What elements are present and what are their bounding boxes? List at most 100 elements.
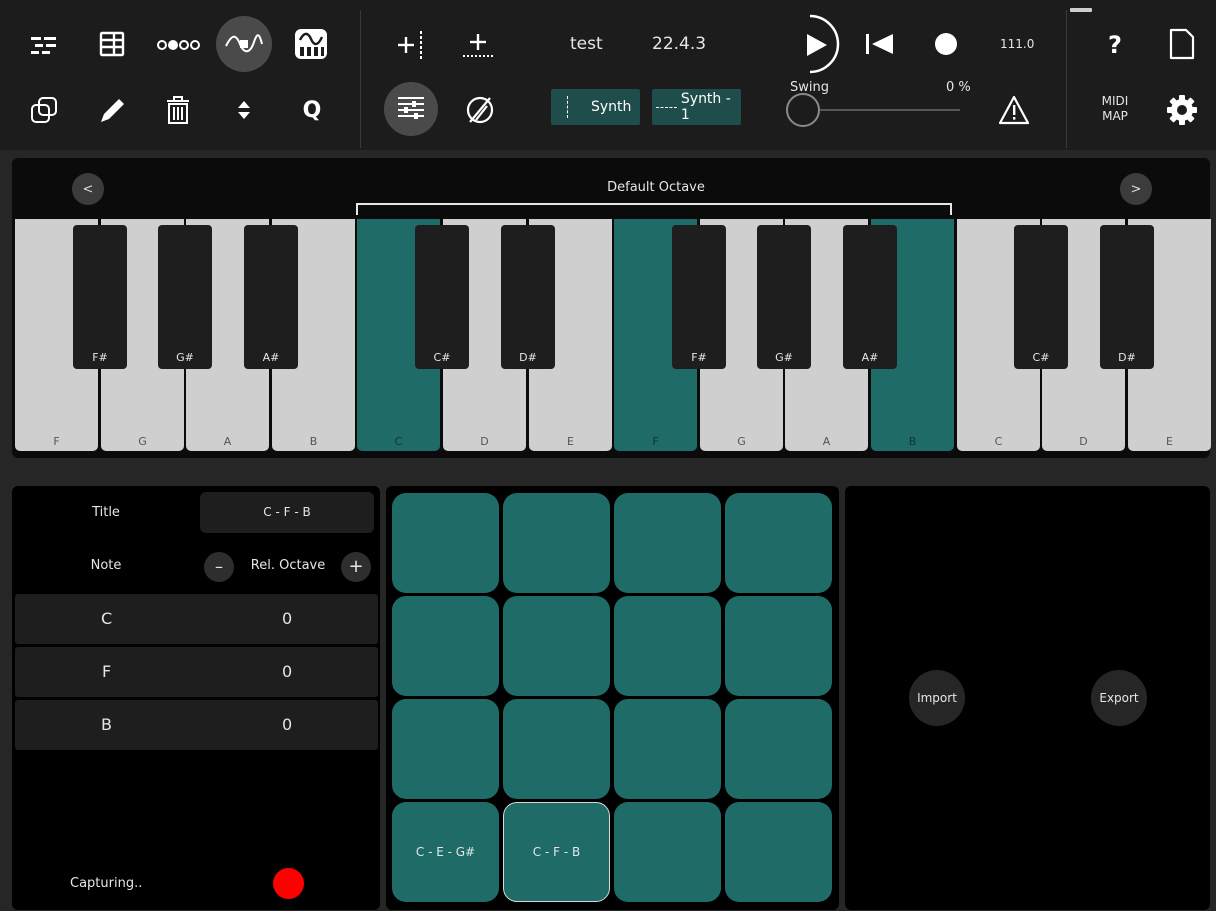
chord-pad[interactable]: [725, 802, 832, 902]
note-label: Note: [90, 558, 122, 573]
black-key-label: D#: [519, 351, 537, 364]
drag-handle[interactable]: [1070, 8, 1092, 12]
black-key[interactable]: A#: [843, 225, 897, 369]
octave-plus-button[interactable]: +: [341, 552, 371, 582]
chord-pad[interactable]: [614, 699, 721, 799]
chord-pad[interactable]: [503, 596, 610, 696]
white-key-label: G: [737, 435, 746, 448]
chord-pad[interactable]: [392, 699, 499, 799]
chord-pad[interactable]: C - F - B: [503, 802, 610, 902]
black-key[interactable]: C#: [1014, 225, 1068, 369]
swing-slider-track[interactable]: [820, 109, 960, 111]
note-name: F: [102, 662, 112, 681]
track-type-button[interactable]: Synth: [551, 89, 640, 125]
midi-map-label-1: MIDI: [1101, 94, 1129, 108]
swing-slider-knob[interactable]: [786, 93, 820, 127]
trash-icon[interactable]: [162, 92, 194, 128]
chord-pad[interactable]: [725, 699, 832, 799]
record-icon[interactable]: [932, 30, 960, 58]
track-name-icon: [656, 106, 677, 108]
black-key[interactable]: G#: [158, 225, 212, 369]
black-key[interactable]: D#: [1100, 225, 1154, 369]
black-key[interactable]: G#: [757, 225, 811, 369]
automation-view-icon[interactable]: [216, 16, 272, 72]
track-type-label: Synth: [591, 99, 632, 115]
white-key-label: A: [223, 435, 232, 448]
black-key-label: C#: [1032, 351, 1050, 364]
chord-title-field[interactable]: C - F - B: [200, 492, 374, 533]
sort-icon[interactable]: [232, 96, 256, 124]
mute-icon[interactable]: [462, 92, 498, 128]
chord-pad[interactable]: C - E - G#: [392, 802, 499, 902]
chord-pad[interactable]: [503, 699, 610, 799]
note-row[interactable]: F 0: [15, 647, 378, 697]
import-button[interactable]: Import: [909, 670, 965, 726]
add-pattern-icon[interactable]: [460, 28, 496, 62]
quantize-button[interactable]: Q: [296, 94, 328, 126]
chord-pad[interactable]: [725, 596, 832, 696]
capture-record-button[interactable]: [273, 868, 304, 899]
black-key-label: A#: [262, 351, 280, 364]
midi-map-label-2: MAP: [1102, 109, 1128, 123]
white-key-label: C: [394, 435, 403, 448]
duplicate-icon[interactable]: [26, 92, 62, 128]
white-key-label: B: [908, 435, 917, 448]
capture-status: Capturing..: [70, 876, 143, 891]
black-key-label: A#: [861, 351, 879, 364]
help-button[interactable]: ?: [1098, 28, 1132, 62]
black-key[interactable]: F#: [672, 225, 726, 369]
chord-pad[interactable]: [614, 596, 721, 696]
mixer-view-icon[interactable]: [95, 28, 129, 60]
chord-pad[interactable]: [392, 493, 499, 593]
octave-minus-button[interactable]: –: [204, 552, 234, 582]
note-name: B: [101, 715, 112, 734]
black-key[interactable]: C#: [415, 225, 469, 369]
warning-icon[interactable]: [996, 94, 1032, 126]
white-key-label: G: [138, 435, 147, 448]
note-row[interactable]: B 0: [15, 700, 378, 750]
white-key-label: E: [567, 435, 574, 448]
default-octave-bracket: [356, 203, 952, 215]
pencil-icon[interactable]: [94, 92, 130, 128]
track-name-button[interactable]: Synth - 1: [652, 89, 741, 125]
project-name[interactable]: test: [570, 34, 603, 54]
play-icon[interactable]: [796, 12, 848, 76]
white-key-label: E: [1166, 435, 1173, 448]
black-key[interactable]: A#: [244, 225, 298, 369]
note-row[interactable]: C 0: [15, 594, 378, 644]
white-key-label: F: [652, 435, 659, 448]
note-octave: 0: [282, 609, 293, 628]
black-key[interactable]: F#: [73, 225, 127, 369]
black-key[interactable]: D#: [501, 225, 555, 369]
white-key-label: B: [309, 435, 318, 448]
chord-pad[interactable]: [503, 493, 610, 593]
octave-label: Default Octave: [607, 180, 705, 195]
octave-next-button[interactable]: >: [1120, 173, 1152, 205]
position-readout: 22.4.3: [652, 34, 707, 54]
note-octave: 0: [282, 662, 293, 681]
white-key-label: C: [994, 435, 1003, 448]
toolbar-divider: [360, 10, 361, 148]
export-button[interactable]: Export: [1091, 670, 1147, 726]
chord-pad[interactable]: [614, 493, 721, 593]
synth-editor-icon[interactable]: [293, 26, 329, 62]
file-icon[interactable]: [1166, 26, 1198, 62]
track-settings-icon[interactable]: [384, 82, 438, 136]
chord-pad[interactable]: [614, 802, 721, 902]
black-key-label: F#: [691, 351, 707, 364]
toolbar-divider-2: [1066, 10, 1067, 148]
track-name-label: Synth - 1: [680, 91, 731, 123]
chord-pad[interactable]: [392, 596, 499, 696]
step-sequencer-icon[interactable]: [155, 30, 201, 60]
settings-gear-icon[interactable]: [1164, 92, 1200, 128]
chord-pad[interactable]: [725, 493, 832, 593]
white-key-label: F: [53, 435, 60, 448]
rewind-icon[interactable]: [862, 30, 898, 58]
add-track-icon[interactable]: [394, 28, 428, 62]
black-key-label: F#: [92, 351, 108, 364]
midi-map-button[interactable]: MIDI MAP: [1096, 94, 1134, 124]
arrange-view-icon[interactable]: [27, 30, 61, 60]
bpm-readout[interactable]: 111.0: [1000, 37, 1034, 51]
note-octave: 0: [282, 715, 293, 734]
octave-prev-button[interactable]: <: [72, 173, 104, 205]
